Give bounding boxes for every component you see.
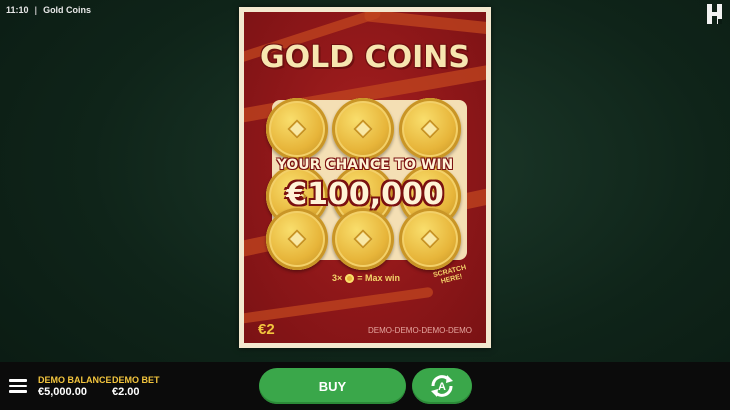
- bet-label: DEMO BET: [112, 375, 160, 385]
- separator: |: [34, 5, 38, 15]
- hamburger-menu-icon[interactable]: [9, 379, 27, 393]
- demo-balance: DEMO BALANCE €5,000.00: [38, 375, 112, 398]
- balance-label: DEMO BALANCE: [38, 375, 112, 385]
- scratch-coin[interactable]: [399, 208, 461, 270]
- scratch-coin[interactable]: [399, 98, 461, 160]
- tagline: YOUR CHANCE TO WIN: [276, 157, 454, 173]
- provider-logo-icon: [707, 4, 722, 24]
- buy-label: BUY: [318, 378, 347, 394]
- coin-icon: [345, 273, 355, 283]
- scratch-coin[interactable]: [332, 208, 394, 270]
- scratch-coin[interactable]: [332, 98, 394, 160]
- demo-watermark: DEMO-DEMO-DEMO-DEMO: [368, 326, 472, 335]
- max-win-count: 3×: [332, 273, 343, 283]
- bet-value: €2.00: [112, 386, 140, 398]
- buy-button[interactable]: BUY: [259, 368, 406, 404]
- game-title: GOLD COINS: [260, 40, 470, 75]
- scratch-coin[interactable]: [266, 98, 328, 160]
- max-win-text: = Max win: [357, 273, 401, 283]
- scratch-card[interactable]: GOLD COINS YOUR CHANCE TO WIN €100,000 3…: [239, 7, 491, 348]
- decor-stripe: [363, 12, 486, 37]
- scratch-card-surface[interactable]: GOLD COINS YOUR CHANCE TO WIN €100,000 3…: [244, 12, 486, 343]
- ticket-price: €2: [258, 321, 275, 338]
- autoplay-button[interactable]: A: [412, 368, 472, 404]
- svg-text:A: A: [438, 381, 446, 393]
- balance-value: €5,000.00: [38, 386, 87, 398]
- jackpot-amount: €100,000: [286, 177, 444, 212]
- clock: 11:10: [6, 5, 29, 15]
- autoplay-icon: A: [431, 375, 453, 397]
- status-bar: 11:10 | Gold Coins: [6, 5, 91, 15]
- max-win-rule: 3× = Max win: [332, 273, 400, 283]
- scratch-coin[interactable]: [266, 208, 328, 270]
- demo-bet: DEMO BET €2.00: [112, 375, 160, 398]
- game-name: Gold Coins: [43, 5, 92, 15]
